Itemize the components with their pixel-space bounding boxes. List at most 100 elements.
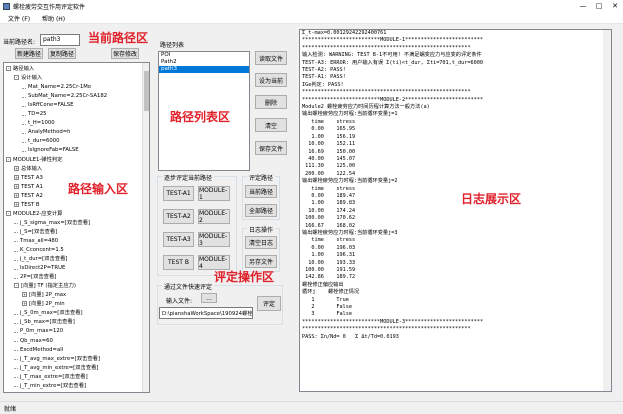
close-icon[interactable]: ✕	[607, 0, 623, 12]
collapse-icon[interactable]: -	[14, 283, 19, 289]
save-changes-button[interactable]: 保存修改	[111, 48, 139, 59]
leaf-connector-icon	[22, 139, 26, 143]
copy-path-button[interactable]: 复制路径	[48, 48, 76, 59]
tree-node[interactable]: + [向量] 2P_max	[22, 291, 66, 299]
tree-node[interactable]: ExcdMethod=all	[14, 346, 63, 354]
log-line: 0.00 196.03	[302, 244, 356, 251]
path-input-tree[interactable]: - 路径输入 - 设计输入 Mat_Name=2.25Cr-1Mo SubMat_Name…	[3, 62, 150, 393]
tree-node[interactable]: j_Sb_max=[双击查看]	[14, 318, 75, 326]
module-2-button[interactable]: MODULE-2	[198, 209, 230, 224]
input-file-path[interactable]: D:\pianshaWorkSpace\190924螺栓	[159, 307, 253, 319]
tree-node[interactable]: TD=25	[22, 110, 47, 118]
log-line: 2 False	[302, 304, 352, 311]
log-line: 16.69 150.00	[302, 148, 356, 155]
tree-node[interactable]: t_dur=6000	[22, 137, 60, 145]
collapse-icon[interactable]: -	[6, 156, 11, 162]
list-item[interactable]: Path2	[159, 59, 249, 66]
tree-node[interactable]: Mat_Name=2.25Cr-1Mo	[22, 83, 91, 91]
tree-node[interactable]: + TEST A3	[14, 174, 43, 182]
expand-icon[interactable]: +	[14, 165, 19, 171]
test-a3-button[interactable]: TEST-A3	[163, 232, 194, 247]
tree-node[interactable]: - 路径输入	[6, 65, 34, 73]
save-log-button[interactable]: 另存文件	[245, 255, 277, 268]
collapse-icon[interactable]: -	[14, 75, 19, 81]
module-1-button[interactable]: MODULE-1	[198, 186, 230, 201]
tree-node[interactable]: IsIgnoreFab=FALSE	[22, 146, 79, 154]
tree-node[interactable]: - MODULE2-应变计算	[6, 210, 62, 218]
delete-button[interactable]: 删除	[255, 95, 287, 109]
maximize-icon[interactable]: □	[591, 0, 607, 12]
expand-icon[interactable]: +	[14, 174, 19, 180]
tree-node[interactable]: P_0m_max=120	[14, 327, 63, 335]
tree-node[interactable]: - [向量] TF (指定主应力)	[14, 282, 76, 290]
tree-node[interactable]: j_S_0m_max=[双击查看]	[14, 309, 83, 317]
expand-icon[interactable]: +	[22, 292, 27, 298]
tree-node-label: AnalyMethod=h	[28, 129, 71, 136]
module-3-button[interactable]: MODULE-3	[198, 232, 230, 247]
tree-node[interactable]: j_T_max_extre=[双击查看]	[14, 373, 88, 381]
tree-node[interactable]: + [向量] 2P_min	[22, 300, 65, 308]
collapse-icon[interactable]: -	[6, 210, 11, 216]
eval-all-paths-button[interactable]: 全部路径	[245, 204, 277, 217]
log-scrollbar[interactable]	[603, 30, 611, 391]
test-b-button[interactable]: TEST B	[163, 255, 194, 270]
test-a1-button[interactable]: TEST-A1	[163, 186, 194, 201]
leaf-connector-icon	[22, 121, 26, 125]
tree-scrollbar[interactable]	[142, 63, 149, 392]
tree-node[interactable]: SubMat_Name=2.25Cr-SA182	[22, 92, 107, 100]
browse-button[interactable]: ...	[201, 293, 217, 303]
tree-node[interactable]: j_t_dur=[双击查看]	[14, 255, 68, 263]
leaf-connector-icon	[14, 320, 18, 324]
expand-icon[interactable]: +	[14, 192, 19, 198]
tree-node[interactable]: j_T_avg_max_extre=[双击查看]	[14, 355, 100, 363]
leaf-connector-icon	[14, 220, 18, 225]
tree-node[interactable]: t_H=1000	[22, 119, 55, 127]
tree-node-label: t_H=1000	[28, 120, 55, 127]
tree-node[interactable]: + TEST A1	[14, 183, 43, 191]
set-current-button[interactable]: 设为当前	[255, 73, 287, 87]
menu-help[interactable]: 帮助 (H)	[42, 14, 65, 23]
expand-icon[interactable]: +	[22, 301, 27, 307]
new-path-button[interactable]: 新建路径	[15, 48, 43, 59]
log-line: 输入检测: WARNING: TEST B-1不可用! 不满足蠕变应力与应变的评…	[302, 52, 482, 59]
collapse-icon[interactable]: -	[6, 66, 11, 71]
clear-log-button[interactable]: 清空日志	[245, 236, 277, 249]
read-file-button[interactable]: 读取文件	[255, 51, 287, 65]
tree-node[interactable]: AnalyMethod=h	[22, 128, 71, 136]
tree-node[interactable]: 2P=[双击查看]	[14, 273, 56, 281]
tree-node[interactable]: - 设计输入	[14, 74, 42, 82]
eval-file-button[interactable]: 评定	[257, 296, 281, 311]
save-file-button[interactable]: 保存文件	[255, 141, 287, 155]
leaf-connector-icon	[14, 229, 18, 234]
log-display[interactable]: Σ_t-max=0.00129242292400761 *************…	[299, 29, 612, 392]
tree-node[interactable]: Qb_max=60	[14, 337, 53, 345]
tree-node[interactable]: Tmax_all=480	[14, 237, 58, 245]
list-item[interactable]: POI	[159, 52, 249, 59]
tree-node[interactable]: K_Cconcent=1.5	[14, 246, 64, 254]
expand-icon[interactable]: +	[14, 201, 19, 207]
minimize-icon[interactable]: —	[575, 0, 591, 12]
tree-node[interactable]: - MODULE1-弹性判定	[6, 156, 62, 164]
tree-node[interactable]: + TEST A2	[14, 192, 43, 200]
eval-current-path-button[interactable]: 当前路径	[245, 185, 277, 198]
tree-scroll-thumb[interactable]	[144, 71, 149, 111]
tree-node[interactable]: IsRffCone=FALSE	[22, 101, 74, 109]
tree-node[interactable]: j_S=[双击查看]	[14, 228, 57, 236]
tree-node[interactable]: + 总体输入	[14, 165, 42, 173]
menu-file[interactable]: 文件 (F)	[8, 14, 30, 23]
tree-node[interactable]: j_T_avg_min_extre=[双击查看]	[14, 364, 99, 372]
tree-node[interactable]: IsDirect2P=TRUE	[14, 264, 65, 272]
path-name-input[interactable]: path3	[40, 34, 80, 46]
window-controls: — □ ✕	[575, 0, 623, 12]
test-a2-button[interactable]: TEST-A2	[163, 209, 194, 224]
tree-node[interactable]: j_T_min_extre=[双击查看]	[14, 382, 86, 390]
tree-node[interactable]: j_S_sigma_max=[双击查看]	[14, 219, 90, 227]
tree-node[interactable]: + TEST B	[14, 201, 40, 209]
list-item-selected[interactable]: path3	[159, 66, 249, 73]
log-line: 输出螺栓疲劳应力时程:当前循环变量j=2	[302, 178, 398, 185]
clear-button[interactable]: 清空	[255, 118, 287, 132]
log-line: 166.67 168.02	[302, 222, 356, 229]
expand-icon[interactable]: +	[14, 183, 19, 189]
leaf-connector-icon	[14, 275, 18, 279]
log-line: time stress	[302, 185, 356, 192]
